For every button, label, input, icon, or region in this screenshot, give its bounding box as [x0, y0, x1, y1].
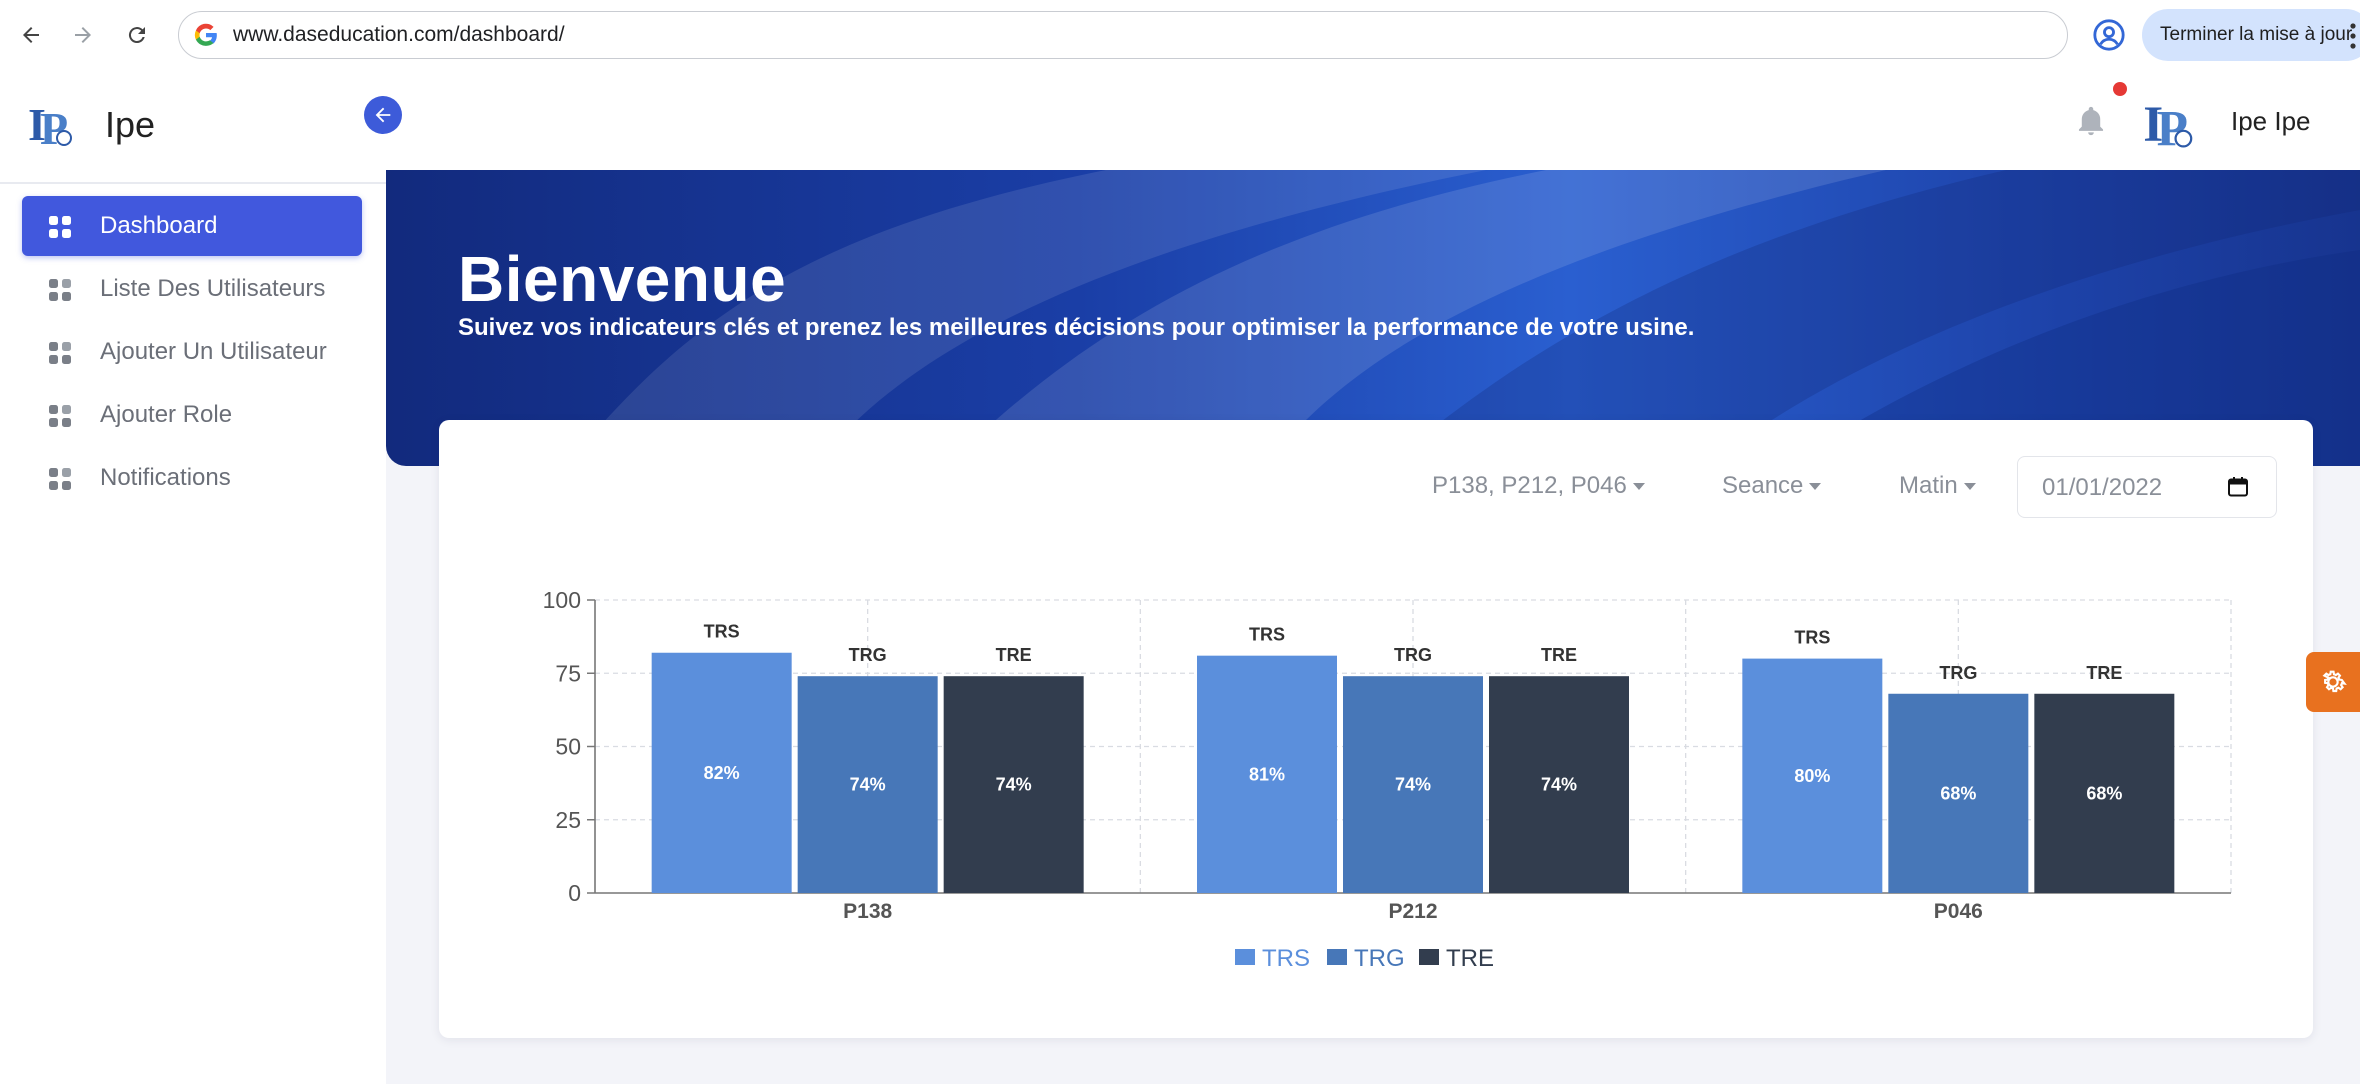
arrow-left-icon — [375, 107, 391, 123]
x-tick-label: P046 — [1934, 900, 1983, 923]
grid-icon — [49, 216, 71, 238]
settings-button[interactable] — [2306, 652, 2360, 712]
top-header — [386, 72, 2360, 170]
brand-logo[interactable]: I P — [28, 98, 76, 150]
bar-value-label: 80% — [1794, 766, 1830, 786]
bell-icon[interactable] — [2074, 103, 2108, 139]
bar-series-label: TRG — [849, 645, 887, 665]
legend-label: TRE — [1446, 945, 1494, 972]
bar-value-label: 74% — [996, 775, 1032, 795]
browser-toolbar: www.daseducation.com/dashboard/ Terminer… — [0, 0, 2360, 73]
bar-series-label: TRE — [2086, 663, 2122, 683]
back-arrow-icon — [23, 27, 39, 43]
bar-value-label: 68% — [1940, 783, 1976, 803]
forward-arrow-icon — [75, 27, 91, 43]
bar-series-label: TRS — [1249, 625, 1285, 645]
page-subtitle: Suivez vos indicateurs clés et prenez le… — [458, 314, 1695, 341]
brand-name: Ipe — [105, 104, 156, 145]
y-tick-label: 50 — [555, 734, 581, 760]
legend-label: TRG — [1354, 945, 1405, 972]
bar-series-label: TRG — [1939, 663, 1977, 683]
update-browser-button[interactable]: Terminer la mise à jour — [2142, 9, 2360, 61]
grid-icon — [49, 405, 71, 427]
legend-swatch — [1327, 949, 1347, 965]
legend-swatch — [1419, 949, 1439, 965]
profile-icon[interactable] — [2092, 18, 2126, 52]
sidebar-item-label: Ajouter Un Utilisateur — [100, 338, 327, 365]
sidebar-item-dashboard[interactable]: Dashboard — [22, 196, 362, 256]
sidebar-item-label: Dashboard — [100, 212, 218, 239]
svg-text:P: P — [40, 103, 68, 150]
bar-series-label: TRS — [704, 622, 740, 642]
y-tick-label: 25 — [555, 807, 581, 833]
bar-series-label: TRE — [996, 645, 1032, 665]
sidebar-divider — [0, 182, 386, 184]
chart-card: P138, P212, P046 Seance Matin 01/01/2022… — [439, 420, 2313, 1038]
legend-label: TRS — [1262, 945, 1310, 972]
legend-swatch — [1235, 949, 1255, 965]
gear-icon — [2322, 670, 2347, 693]
avatar[interactable]: I P — [2142, 94, 2198, 152]
sidebar-item-users-list[interactable]: Liste Des Utilisateurs — [22, 259, 362, 319]
grid-icon — [49, 468, 71, 490]
bar-value-label: 81% — [1249, 764, 1285, 784]
y-tick-label: 0 — [568, 880, 581, 906]
google-icon — [194, 23, 217, 46]
back-button[interactable] — [12, 16, 50, 54]
bar-value-label: 68% — [2086, 783, 2122, 803]
more-menu-icon[interactable] — [2349, 22, 2357, 50]
sidebar-item-label: Ajouter Role — [100, 401, 233, 428]
page-title: Bienvenue — [458, 243, 787, 315]
sidebar-item-add-role[interactable]: Ajouter Role — [22, 385, 362, 445]
user-name[interactable]: Ipe Ipe — [2231, 106, 2311, 137]
bar-series-label: TRS — [1794, 628, 1830, 648]
sidebar-item-label: Liste Des Utilisateurs — [100, 275, 326, 302]
bar-value-label: 82% — [704, 763, 740, 783]
svg-text:P: P — [2157, 100, 2188, 152]
x-tick-label: P212 — [1388, 900, 1437, 923]
address-bar[interactable]: www.daseducation.com/dashboard/ — [178, 11, 2068, 59]
grid-icon — [49, 342, 71, 364]
sidebar: I P Ipe Dashboard Liste Des Utilisateurs — [0, 72, 386, 1084]
url-text: www.daseducation.com/dashboard/ — [233, 23, 565, 46]
grid-icon — [49, 279, 71, 301]
sidebar-item-add-user[interactable]: Ajouter Un Utilisateur — [22, 322, 362, 382]
y-tick-label: 100 — [543, 587, 581, 613]
bar-series-label: TRE — [1541, 645, 1577, 665]
bar-value-label: 74% — [850, 775, 886, 795]
bar-value-label: 74% — [1541, 775, 1577, 795]
reload-button[interactable] — [118, 16, 156, 54]
y-tick-label: 75 — [555, 660, 581, 686]
forward-button[interactable] — [64, 16, 102, 54]
x-tick-label: P138 — [843, 900, 892, 923]
sidebar-item-label: Notifications — [100, 464, 231, 491]
reload-icon — [128, 27, 145, 44]
bar-value-label: 74% — [1395, 775, 1431, 795]
collapse-sidebar-button[interactable] — [364, 96, 402, 134]
bar-series-label: TRG — [1394, 645, 1432, 665]
sidebar-menu: Dashboard Liste Des Utilisateurs Ajouter… — [22, 196, 362, 511]
sidebar-item-notifications[interactable]: Notifications — [22, 448, 362, 508]
bar-chart: 0 25 50 75 100 TRS 82% TRG 74% TRE 74% P138 TRS 81% TR… — [543, 587, 2232, 972]
notification-dot — [2113, 82, 2127, 96]
